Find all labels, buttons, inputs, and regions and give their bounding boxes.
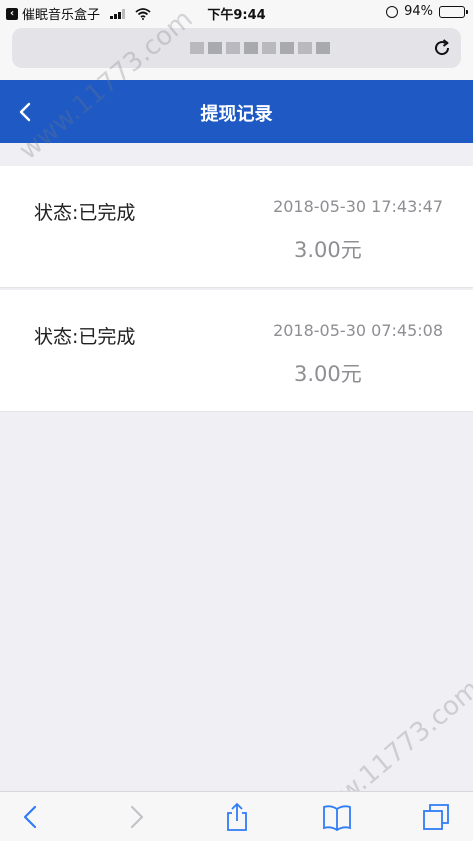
record-status: 状态:已完成 bbox=[34, 202, 136, 224]
address-bar[interactable] bbox=[12, 28, 461, 68]
forward-icon[interactable] bbox=[121, 802, 151, 832]
list-item: 状态:已完成 2018-05-30 17:43:47 3.00元 bbox=[0, 166, 473, 288]
tabs-icon[interactable] bbox=[421, 802, 451, 832]
status-bar: ‹ 催眠音乐盒子 下午9:44 94% bbox=[0, 0, 473, 24]
record-time: 2018-05-30 17:43:47 bbox=[273, 197, 443, 216]
browser-toolbar bbox=[0, 791, 473, 841]
share-icon[interactable] bbox=[222, 802, 252, 832]
reload-icon[interactable] bbox=[431, 37, 453, 59]
browser-address-area bbox=[0, 24, 473, 80]
record-status: 状态:已完成 bbox=[34, 326, 136, 348]
book-icon[interactable] bbox=[322, 802, 352, 832]
record-time: 2018-05-30 07:45:08 bbox=[273, 321, 443, 340]
url-text-blurred[interactable] bbox=[190, 42, 330, 54]
battery-icon bbox=[439, 5, 468, 18]
page-header: 提现记录 bbox=[0, 80, 473, 143]
record-amount: 3.00元 bbox=[294, 238, 362, 262]
withdraw-record-list: 状态:已完成 2018-05-30 17:43:47 3.00元 状态:已完成 … bbox=[0, 166, 473, 414]
rotation-lock-icon bbox=[386, 5, 399, 18]
back-icon[interactable] bbox=[16, 802, 46, 832]
page-title: 提现记录 bbox=[200, 104, 273, 125]
status-bar-right: 94% bbox=[386, 4, 468, 19]
list-item: 状态:已完成 2018-05-30 07:45:08 3.00元 bbox=[0, 290, 473, 412]
battery-percent: 94% bbox=[404, 4, 433, 19]
record-amount: 3.00元 bbox=[294, 362, 362, 386]
